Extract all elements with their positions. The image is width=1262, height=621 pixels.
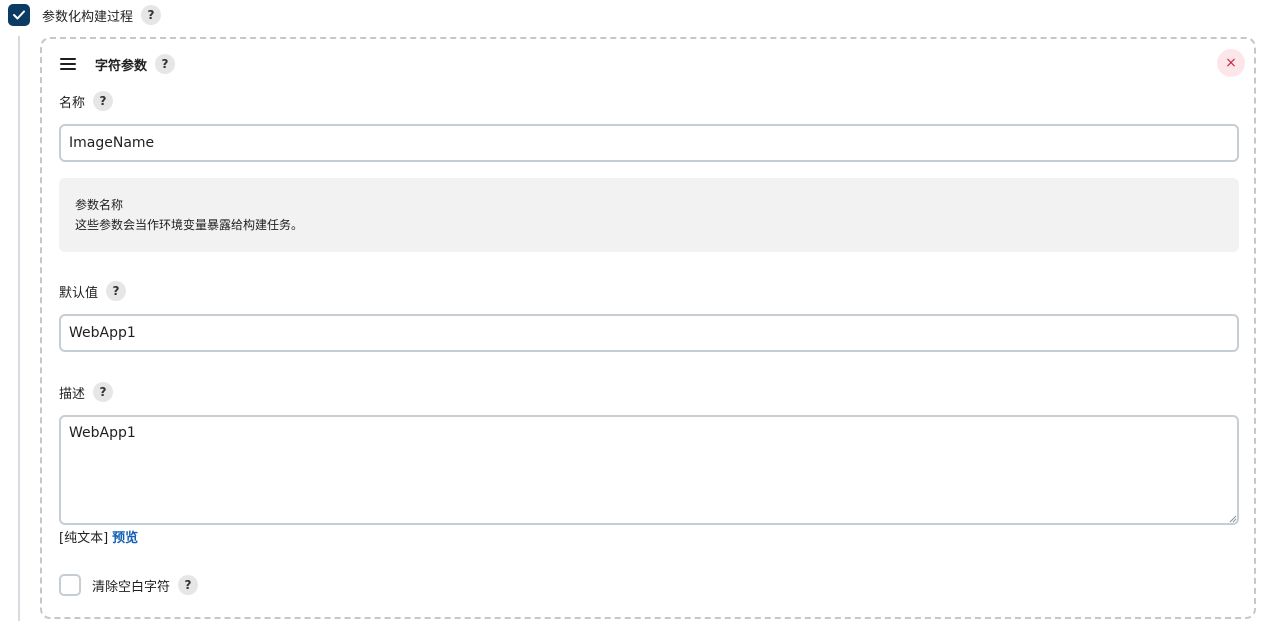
help-icon[interactable]: ? — [141, 5, 162, 25]
description-field-label-row: 描述 ? — [59, 381, 114, 403]
parameterized-row: 参数化构建过程 ? — [8, 4, 162, 26]
help-icon[interactable]: ? — [93, 382, 114, 402]
delete-parameter-button[interactable]: × — [1217, 49, 1245, 77]
resize-grip-icon[interactable] — [1227, 513, 1237, 523]
default-value-label: 默认值 — [59, 285, 99, 301]
string-parameter-card: 字符参数 ? × 名称 ? 参数名称 这些参数会当作环境变量暴露给构建任务。 默… — [40, 37, 1256, 619]
preview-link[interactable]: 预览 — [112, 527, 138, 546]
markup-format-label: [纯文本] — [59, 530, 109, 546]
help-icon[interactable]: ? — [155, 54, 176, 74]
help-box-title: 参数名称 — [75, 198, 124, 212]
description-textarea[interactable]: WebApp1 — [59, 415, 1239, 525]
help-icon[interactable]: ? — [178, 575, 199, 595]
parameterized-build-section: 参数化构建过程 ? 字符参数 ? × 名称 ? 参数名称 这些参数会当作环境变量… — [0, 0, 1262, 621]
check-icon — [13, 10, 25, 20]
trim-checkbox[interactable] — [59, 574, 81, 596]
default-value-input[interactable] — [59, 314, 1239, 352]
name-input[interactable] — [59, 124, 1239, 162]
name-field-label-row: 名称 ? — [59, 90, 114, 112]
name-help-box: 参数名称 这些参数会当作环境变量暴露给构建任务。 — [59, 178, 1239, 252]
close-icon: × — [1225, 55, 1237, 71]
default-field-label-row: 默认值 ? — [59, 280, 127, 302]
description-label: 描述 — [59, 386, 86, 402]
trim-row: 清除空白字符 ? — [59, 574, 199, 596]
parameterized-checkbox[interactable] — [8, 4, 30, 26]
card-header: 字符参数 ? — [60, 53, 176, 75]
parameterized-label: 参数化构建过程 — [42, 9, 134, 25]
help-box-text: 这些参数会当作环境变量暴露给构建任务。 — [75, 218, 304, 232]
markup-format-row: [纯文本] 预览 — [59, 526, 138, 546]
card-title: 字符参数 — [95, 58, 148, 74]
trim-label: 清除空白字符 — [92, 579, 171, 595]
help-icon[interactable]: ? — [106, 281, 127, 301]
name-label: 名称 — [59, 95, 86, 111]
section-indent-rule — [18, 36, 20, 621]
drag-handle-icon[interactable] — [60, 58, 76, 70]
help-icon[interactable]: ? — [93, 91, 114, 111]
